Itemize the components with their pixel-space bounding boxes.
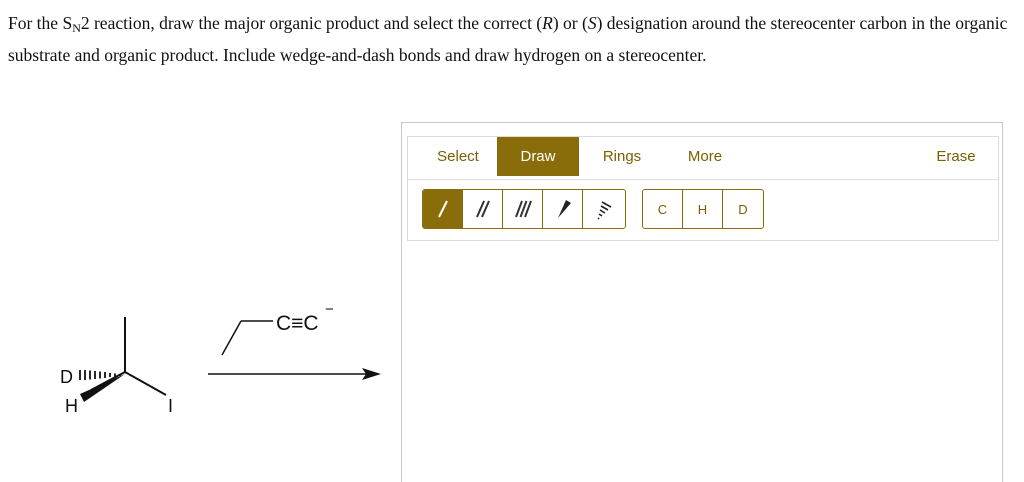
editor-toolbar: Select Draw Rings More Erase C H D (407, 136, 999, 241)
reagent-alkyne: C≡C (276, 312, 319, 335)
single-bond-tool[interactable] (423, 190, 463, 228)
tab-draw[interactable]: Draw (497, 137, 579, 176)
triple-bond-icon (514, 200, 532, 218)
editor-tabs: Select Draw Rings More Erase (408, 137, 998, 180)
single-bond-icon (437, 200, 448, 218)
atom-d: D (60, 367, 73, 387)
tab-select[interactable]: Select (418, 137, 498, 176)
atom-h-tool[interactable]: H (683, 190, 723, 228)
drawing-canvas[interactable] (402, 243, 1002, 471)
atom-h: H (65, 396, 78, 416)
wedge-bond-tool[interactable] (543, 190, 583, 228)
wedge-bond-icon (557, 200, 571, 218)
atom-d-tool[interactable]: D (723, 190, 763, 228)
drawing-editor[interactable]: Select Draw Rings More Erase C H D (401, 122, 1003, 482)
double-bond-icon (475, 200, 490, 218)
reagent-bond-1 (221, 320, 242, 356)
reaction-scheme: D H I C≡C − (60, 301, 381, 416)
double-bond-tool[interactable] (463, 190, 503, 228)
atom-i: I (168, 396, 173, 416)
triple-bond-tool[interactable] (503, 190, 543, 228)
tab-erase[interactable]: Erase (916, 137, 996, 176)
wedge-bond-h (80, 374, 125, 402)
question-text: For the SN2 reaction, draw the major org… (8, 13, 1008, 65)
tab-more[interactable]: More (666, 137, 744, 176)
atom-c-tool[interactable]: C (643, 190, 683, 228)
bond-right (124, 371, 167, 396)
dash-bond-icon (597, 201, 612, 220)
dash-bond-tool[interactable] (583, 190, 623, 228)
bond-tool-group (422, 189, 626, 229)
reagent-charge: − (325, 301, 334, 318)
tab-rings[interactable]: Rings (584, 137, 660, 176)
atom-tool-group: C H D (642, 189, 764, 229)
